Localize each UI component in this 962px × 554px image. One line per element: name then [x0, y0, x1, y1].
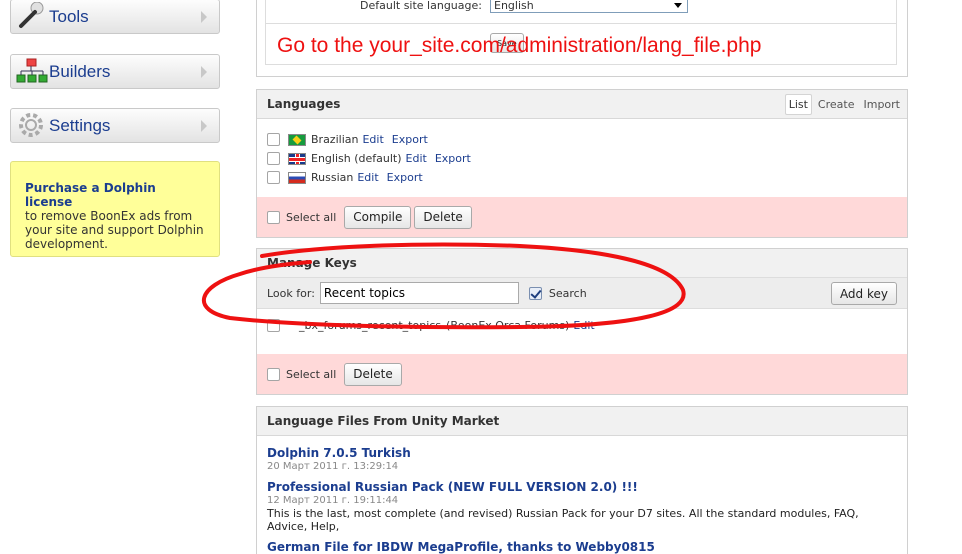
uk-flag-icon [288, 152, 306, 165]
market-item-title[interactable]: Professional Russian Pack (NEW FULL VERS… [267, 480, 897, 494]
search-bar: Look for: Recent topics Search Add key [257, 277, 907, 309]
panel-header: Language Files From Unity Market [257, 407, 907, 436]
search-label: Search [548, 286, 587, 300]
list-item: German File for IBDW MegaProfile, thanks… [257, 540, 907, 554]
gear-icon [15, 111, 49, 141]
row-checkbox[interactable] [267, 171, 280, 184]
instruction-annotation: Go to the your_site.com/administration/l… [277, 34, 762, 57]
russia-flag-icon [288, 171, 306, 184]
list-item: Dolphin 7.0.5 Turkish 20 Март 2011 г. 13… [257, 446, 907, 472]
language-name: Russian [311, 171, 354, 184]
sidebar-item-label: Settings [49, 115, 111, 135]
default-language-label: Default site language: [360, 0, 482, 12]
sidebar-item-tools[interactable]: Tools [10, 0, 220, 34]
edit-link[interactable]: Edit [362, 133, 383, 146]
chevron-right-icon [201, 119, 207, 132]
row-checkbox[interactable] [267, 319, 280, 332]
keys-actions: Select all Delete [257, 354, 907, 394]
tab-list[interactable]: List [784, 93, 812, 115]
select-all-checkbox[interactable] [267, 367, 280, 381]
edit-link[interactable]: Edit [406, 152, 427, 165]
languages-tabs: List Create Import [782, 93, 903, 115]
compile-button[interactable]: Compile [344, 205, 412, 229]
panel-title: Manage Keys [267, 256, 357, 270]
selected-language: English [494, 0, 534, 12]
look-for-label: Look for: [267, 286, 315, 300]
panel-header: Languages List Create Import [257, 90, 907, 119]
delete-button[interactable]: Delete [344, 362, 402, 386]
search-checkbox[interactable] [528, 286, 542, 300]
sidebar-item-label: Tools [49, 6, 89, 26]
add-key-button[interactable]: Add key [830, 282, 897, 305]
search-input[interactable]: Recent topics [319, 282, 519, 304]
languages-actions: Select all Compile Delete [257, 197, 907, 237]
sidebar-item-builders[interactable]: Builders [10, 54, 220, 89]
market-item-title[interactable]: Dolphin 7.0.5 Turkish [267, 446, 897, 460]
list-item: Russian Edit Export [257, 168, 907, 187]
manage-keys-panel: Manage Keys Look for: Recent topics Sear… [256, 248, 908, 395]
select-all-label: Select all [286, 367, 337, 381]
delete-button[interactable]: Delete [414, 205, 472, 229]
tools-icon [15, 1, 49, 32]
market-item-date: 12 Март 2011 г. 19:11:44 [267, 495, 399, 506]
list-item: Professional Russian Pack (NEW FULL VERS… [257, 480, 907, 533]
market-item-title[interactable]: German File for IBDW MegaProfile, thanks… [267, 540, 897, 554]
sidebar-item-settings[interactable]: Settings [10, 108, 220, 143]
select-all-checkbox[interactable] [267, 210, 280, 224]
promo-text: to remove BoonEx ads from your site and … [25, 209, 204, 251]
list-item: Brazilian Edit Export [257, 130, 907, 149]
list-item: English (default) Edit Export [257, 149, 907, 168]
language-name: Brazilian [311, 133, 359, 146]
sidebar-item-label: Builders [49, 61, 111, 81]
export-link[interactable]: Export [387, 171, 423, 184]
edit-key-link[interactable]: Edit [573, 319, 594, 332]
search-value: Recent topics [323, 286, 406, 300]
market-item-desc: This is the last, most complete (and rev… [267, 507, 859, 533]
market-panel: Language Files From Unity Market Dolphin… [256, 406, 908, 554]
export-link[interactable]: Export [392, 133, 428, 146]
table-row: _bx_forums_recent_topics (BoonEx Orca Fo… [257, 316, 907, 335]
tab-import[interactable]: Import [860, 95, 903, 114]
builders-icon [15, 57, 49, 87]
chevron-right-icon [201, 65, 207, 78]
tab-create[interactable]: Create [815, 95, 858, 114]
market-item-date: 20 Март 2011 г. 13:29:14 [267, 461, 399, 472]
panel-title: Language Files From Unity Market [267, 414, 500, 428]
row-checkbox[interactable] [267, 133, 280, 146]
languages-list: Brazilian Edit Export English (default) … [257, 119, 907, 187]
language-name: English (default) [311, 152, 402, 165]
key-name: _bx_forums_recent_topics [299, 319, 442, 332]
export-link[interactable]: Export [435, 152, 471, 165]
row-checkbox[interactable] [267, 152, 280, 165]
license-promo: Purchase a Dolphin license to remove Boo… [10, 161, 220, 257]
key-module: (BoonEx Orca Forums) [446, 319, 570, 332]
chevron-down-icon [674, 3, 682, 8]
market-list: Dolphin 7.0.5 Turkish 20 Март 2011 г. 13… [257, 436, 907, 554]
brazil-flag-icon [288, 133, 306, 146]
default-language-select[interactable]: English [490, 0, 688, 13]
languages-panel: Languages List Create Import Brazilian E… [256, 89, 908, 238]
purchase-license-link[interactable]: Purchase a Dolphin license [25, 181, 156, 209]
edit-link[interactable]: Edit [357, 171, 378, 184]
chevron-right-icon [201, 10, 207, 23]
select-all-label: Select all [286, 210, 337, 224]
panel-title: Languages [267, 97, 341, 111]
panel-header: Manage Keys [257, 249, 907, 277]
